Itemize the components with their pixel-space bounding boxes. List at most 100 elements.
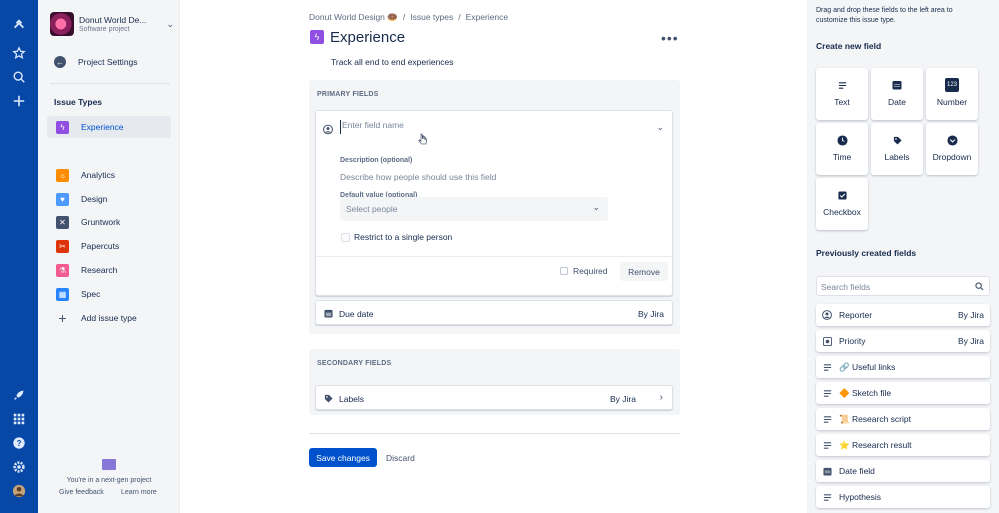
project-sidebar: Donut World De... Software project ⌄ ← P… — [38, 0, 180, 513]
chevron-down-icon[interactable]: ⌄ — [166, 19, 174, 30]
sidebar-item-papercuts[interactable]: ✂ Papercuts — [47, 235, 171, 257]
remove-button[interactable]: Remove — [620, 262, 668, 281]
field-type-label: Dropdown — [932, 152, 972, 162]
add-issue-type-button[interactable]: + Add issue type — [47, 307, 171, 329]
previous-field-priority[interactable]: Priority By Jira — [816, 330, 990, 352]
search-icon — [975, 282, 984, 291]
primary-fields-heading: PRIMARY FIELDS — [317, 91, 379, 98]
restrict-checkbox[interactable] — [341, 233, 350, 242]
breadcrumb-separator: / — [458, 12, 461, 22]
breadcrumb-separator: / — [402, 12, 406, 22]
description-input[interactable]: Describe how people should use this fiel… — [340, 172, 496, 182]
paragraph-icon — [822, 388, 832, 398]
search-placeholder: Search fields — [821, 282, 871, 292]
previous-field-sketch-file[interactable]: 🔶 Sketch file — [816, 382, 990, 404]
previous-field-label: 🔶 Sketch file — [839, 388, 892, 398]
field-type-number[interactable]: 123 Number — [926, 68, 978, 120]
star-icon[interactable] — [9, 43, 29, 63]
previous-field-source: By Jira — [958, 336, 984, 346]
global-nav: ? — [0, 0, 38, 513]
field-row-labels[interactable]: Labels By Jira › — [315, 385, 673, 410]
search-fields-input[interactable]: Search fields — [816, 276, 990, 296]
sidebar-item-design[interactable]: ♥ Design — [47, 188, 171, 210]
divider — [50, 83, 170, 84]
create-plus-icon[interactable] — [9, 91, 29, 111]
page-title: Experience — [330, 29, 406, 46]
sidebar-item-label: Spec — [81, 289, 101, 299]
sidebar-item-analytics[interactable]: ☼ Analytics — [47, 164, 171, 186]
next-gen-notice: You're in a next-gen project — [66, 477, 152, 484]
project-switcher[interactable]: Donut World De... Software project ⌄ — [50, 12, 174, 38]
previous-field-label: ⭐ Research result — [839, 440, 912, 450]
breadcrumb-issue-types[interactable]: Issue types — [410, 12, 453, 22]
field-type-labels[interactable]: Labels — [871, 123, 923, 175]
field-row-label: Due date — [339, 309, 374, 319]
field-row-label: Labels — [339, 394, 365, 404]
search-icon[interactable] — [9, 67, 29, 87]
field-type-label: Time — [832, 152, 852, 162]
field-row-due-date[interactable]: Due date By Jira — [315, 300, 673, 325]
number-icon: 123 — [945, 78, 959, 92]
learn-more-link[interactable]: Learn more — [121, 489, 157, 496]
previous-field-date-field[interactable]: Date field — [816, 460, 990, 482]
sidebar-item-label: Experience — [81, 122, 124, 132]
app-switcher-icon[interactable] — [9, 409, 29, 429]
save-changes-button[interactable]: Save changes — [309, 448, 377, 467]
breadcrumb-project[interactable]: Donut World Design 🍩 — [309, 12, 398, 22]
previous-field-hypothesis[interactable]: Hypothesis — [816, 486, 990, 508]
sidebar-item-experience[interactable]: ϟ Experience — [47, 116, 171, 138]
previous-field-label: Hypothesis — [839, 492, 882, 502]
previous-field-research-script[interactable]: 📜 Research script — [816, 408, 990, 430]
field-type-dropdown[interactable]: Dropdown — [926, 123, 978, 175]
collapse-chevron-icon[interactable]: ⌄ — [656, 122, 664, 133]
discard-button[interactable]: Discard — [386, 453, 415, 463]
breadcrumb: Donut World Design 🍩 / Issue types / Experie… — [309, 12, 508, 23]
project-name: Donut World De... — [79, 15, 147, 25]
previous-field-label: Priority — [839, 336, 866, 346]
divider — [309, 433, 680, 434]
field-name-input[interactable]: Enter field name — [340, 120, 460, 134]
page-description[interactable]: Track all end to end experiences — [331, 57, 454, 67]
jira-logo-icon[interactable] — [9, 15, 29, 35]
paragraph-icon — [835, 78, 849, 92]
field-editor-card: Enter field name ⌄ Description (optional… — [315, 110, 673, 296]
scissors-icon: ✂ — [56, 239, 69, 253]
avatar[interactable] — [9, 481, 29, 501]
rocket-icon[interactable] — [9, 385, 29, 405]
previous-field-reporter[interactable]: Reporter By Jira — [816, 304, 990, 326]
previous-field-research-result[interactable]: ⭐ Research result — [816, 434, 990, 456]
previous-field-source: By Jira — [958, 310, 984, 320]
field-type-label: Labels — [884, 152, 910, 162]
sidebar-item-research[interactable]: ⚗ Research — [47, 259, 171, 281]
field-type-time[interactable]: Time — [816, 123, 868, 175]
plus-icon: + — [58, 310, 67, 326]
settings-gear-icon[interactable] — [9, 457, 29, 477]
sidebar-item-gruntwork[interactable]: ✕ Gruntwork — [47, 211, 171, 233]
required-checkbox[interactable] — [560, 267, 568, 275]
give-feedback-link[interactable]: Give feedback — [59, 489, 104, 496]
field-row-source: By Jira — [610, 394, 636, 404]
field-type-label: Number — [936, 97, 968, 107]
help-icon[interactable]: ? — [9, 433, 29, 453]
sidebar-item-spec[interactable]: ▦ Spec — [47, 283, 171, 305]
more-actions-icon[interactable]: ••• — [661, 30, 679, 46]
field-type-checkbox[interactable]: Checkbox — [816, 178, 868, 230]
folder-sparkle-icon — [102, 459, 116, 470]
chevron-right-icon[interactable]: › — [660, 392, 663, 403]
project-settings-link[interactable]: ← Project Settings — [48, 52, 172, 72]
breadcrumb-current[interactable]: Experience — [466, 12, 509, 22]
field-type-date[interactable]: Date — [871, 68, 923, 120]
project-type: Software project — [79, 26, 130, 33]
select-placeholder: Select people — [346, 204, 398, 214]
clock-icon — [835, 133, 849, 147]
previous-field-useful-links[interactable]: 🔗 Useful links — [816, 356, 990, 378]
field-type-text[interactable]: Text — [816, 68, 868, 120]
tools-icon: ✕ — [56, 215, 69, 229]
paragraph-icon — [822, 414, 832, 424]
default-value-select[interactable]: Select people ⌄ — [340, 197, 608, 221]
sidebar-item-label: Research — [81, 265, 118, 275]
svg-text:?: ? — [17, 439, 22, 448]
issue-types-heading: Issue Types — [54, 97, 103, 107]
paragraph-icon — [822, 440, 832, 450]
previous-fields-heading: Previously created fields — [816, 248, 917, 258]
